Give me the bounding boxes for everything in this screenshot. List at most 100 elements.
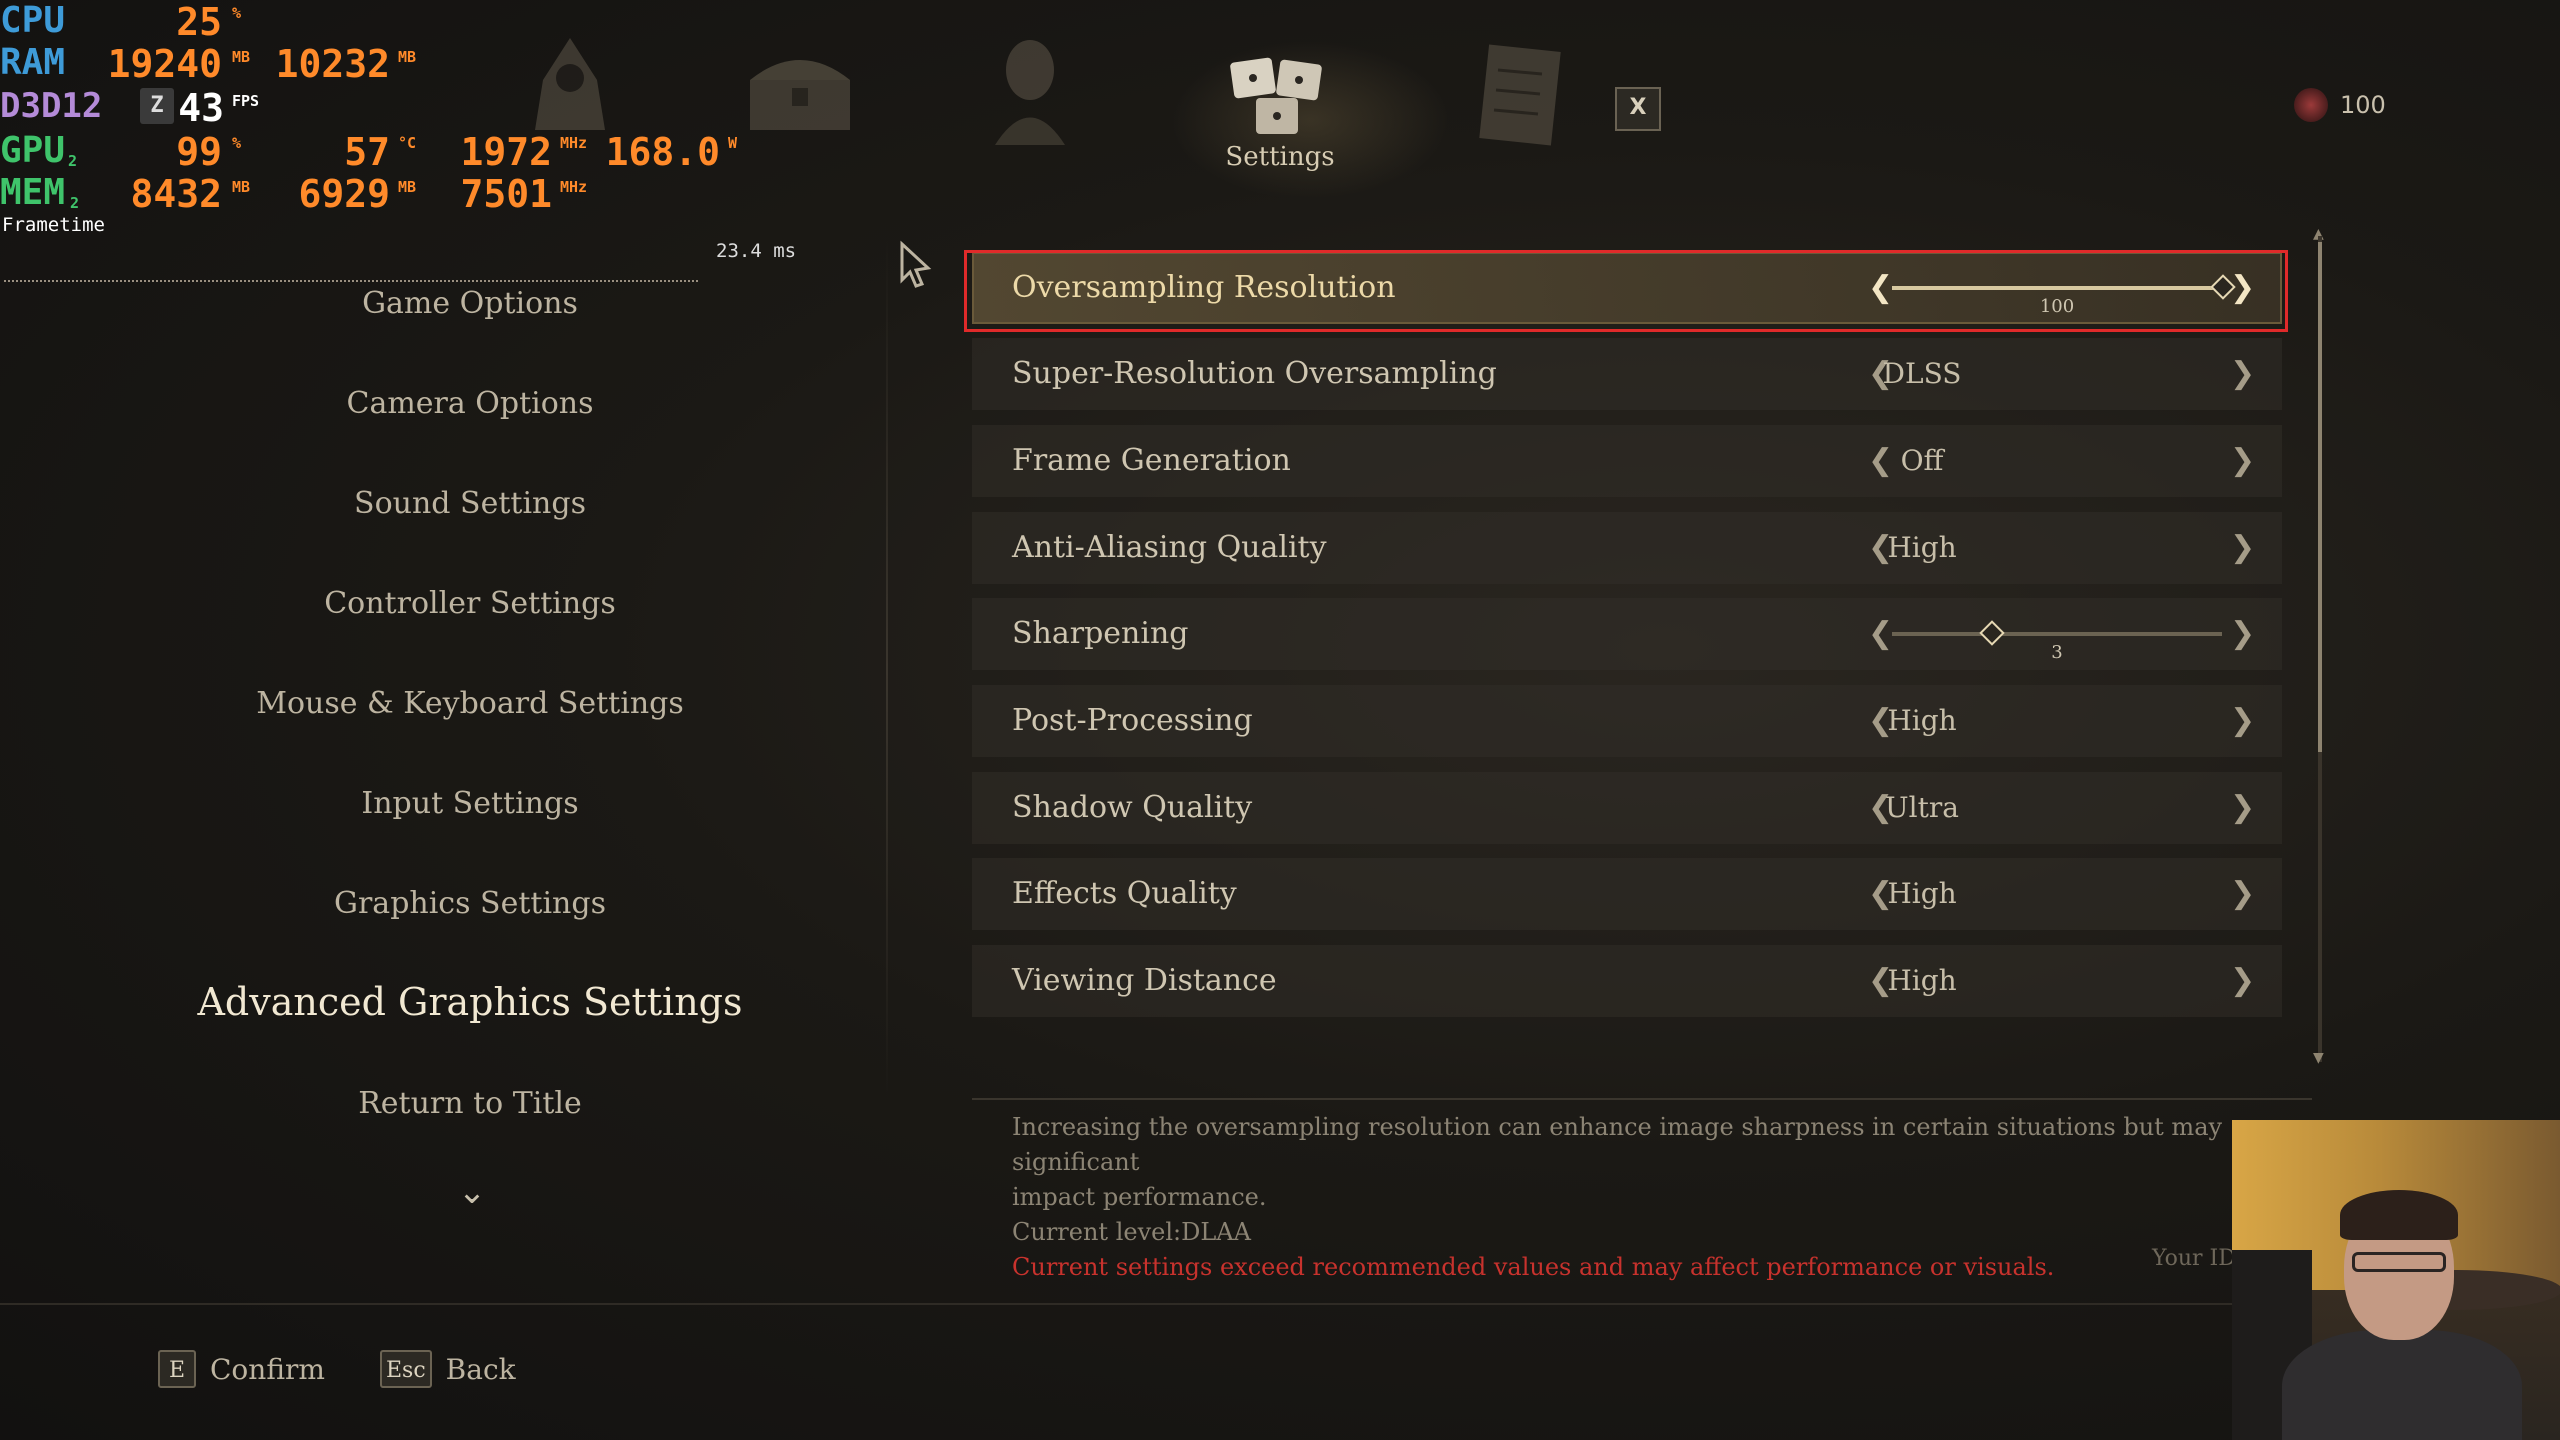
your-id-label: Your ID	[2152, 1246, 2236, 1271]
description-line-1: Increasing the oversampling resolution c…	[1012, 1113, 2223, 1176]
description-current-level: Current level:DLAA	[1012, 1218, 1251, 1246]
tab-character-portrait[interactable]	[960, 30, 1100, 160]
setting-label: Anti-Aliasing Quality	[1012, 530, 1327, 565]
frametime-value: 23.4 ms	[716, 240, 797, 262]
chevron-down-icon[interactable]: ⌄	[452, 1172, 492, 1212]
menu-item-graphics-settings[interactable]: Graphics Settings	[0, 886, 940, 921]
chevron-right-icon[interactable]: ❯	[2230, 338, 2255, 410]
chevron-right-icon[interactable]: ❯	[2230, 425, 2255, 497]
setting-row-super-resolution-oversampling[interactable]: Super-Resolution Oversampling ❮ DLSS ❯	[972, 338, 2282, 410]
setting-row-sharpening[interactable]: Sharpening ❮ 3 ❯	[972, 598, 2282, 670]
setting-label: Super-Resolution Oversampling	[1012, 356, 1497, 391]
setting-label: Viewing Distance	[1012, 963, 1277, 998]
chevron-right-icon[interactable]: ❯	[2230, 945, 2255, 1017]
chevron-right-icon[interactable]: ❯	[2230, 685, 2255, 757]
chevron-right-icon[interactable]: ❯	[2230, 512, 2255, 584]
currency-icon	[2294, 88, 2328, 122]
webcam-person-glasses	[2352, 1252, 2446, 1272]
overlay-mem-sub: 2	[70, 194, 80, 212]
menu-item-mouse-keyboard-settings[interactable]: Mouse & Keyboard Settings	[0, 686, 940, 721]
tab-hood-figure[interactable]	[500, 30, 640, 160]
dice-settings-icon	[1230, 57, 1322, 134]
setting-label: Effects Quality	[1012, 876, 1237, 911]
confirm-hint[interactable]: E Confirm	[158, 1350, 325, 1388]
selection-highlight-frame	[964, 250, 2288, 332]
menu-item-input-settings[interactable]: Input Settings	[0, 786, 940, 821]
key-e-icon: E	[158, 1350, 196, 1388]
setting-description: Increasing the oversampling resolution c…	[1012, 1110, 2232, 1285]
slider-value: 3	[2051, 642, 2063, 663]
overlay-ram-value-2: 10232	[275, 42, 390, 86]
description-divider	[972, 1098, 2312, 1100]
overlay-gpu-usage: 99	[176, 130, 222, 174]
menu-item-game-options[interactable]: Game Options	[0, 286, 940, 321]
overlay-mem-unit-1: MB	[232, 178, 251, 196]
menu-item-controller-settings[interactable]: Controller Settings	[0, 586, 940, 621]
close-button[interactable]: X	[1615, 87, 1661, 131]
overlay-gpu-temp: 57	[344, 130, 390, 174]
overlay-d3d-label: D3D12	[0, 86, 103, 126]
footer-divider	[0, 1303, 2560, 1305]
currency-display: 100	[2294, 88, 2386, 122]
overlay-mem-unit-3: MHz	[560, 178, 588, 196]
overlay-gpu-temp-unit: °C	[398, 134, 417, 152]
key-esc-icon: Esc	[380, 1350, 432, 1388]
tab-settings[interactable]: Settings	[1210, 50, 1350, 180]
menu-item-return-to-title[interactable]: Return to Title	[0, 1086, 940, 1121]
hood-figure-icon	[535, 38, 605, 130]
setting-label: Shadow Quality	[1012, 790, 1253, 825]
overlay-fps-value: 43	[178, 86, 224, 130]
webcam-person-body	[2282, 1330, 2522, 1440]
setting-value: High	[1887, 877, 1957, 910]
overlay-mem-unit-2: MB	[398, 178, 417, 196]
overlay-mem-value-2: 6929	[298, 172, 390, 216]
overlay-cpu-unit: %	[232, 4, 242, 22]
chevron-left-icon[interactable]: ❮	[1868, 598, 1893, 670]
mouse-cursor-icon	[900, 240, 932, 288]
overlay-cpu-label: CPU	[0, 0, 66, 41]
setting-label: Post-Processing	[1012, 703, 1253, 738]
tab-settings-label: Settings	[1225, 142, 1335, 172]
overlay-cpu-value: 25	[176, 0, 222, 44]
document-scroll-icon	[1479, 44, 1561, 146]
character-portrait-icon	[995, 40, 1065, 145]
back-hint[interactable]: Esc Back	[380, 1350, 516, 1388]
setting-row-effects-quality[interactable]: Effects Quality ❮ High ❯	[972, 858, 2282, 930]
description-warning: Current settings exceed recommended valu…	[1012, 1253, 2055, 1281]
menu-item-sound-settings[interactable]: Sound Settings	[0, 486, 940, 521]
menu-item-advanced-graphics-settings[interactable]: Advanced Graphics Settings	[0, 980, 940, 1024]
setting-row-post-processing[interactable]: Post-Processing ❮ High ❯	[972, 685, 2282, 757]
chevron-right-icon[interactable]: ❯	[2230, 598, 2255, 670]
setting-row-frame-generation[interactable]: Frame Generation ❮ Off ❯	[972, 425, 2282, 497]
chevron-right-icon[interactable]: ❯	[2230, 772, 2255, 844]
treasure-chest-icon	[750, 60, 850, 130]
overlay-gpu-label: GPU	[0, 130, 66, 171]
settings-scrollbar[interactable]	[2318, 236, 2322, 1062]
setting-row-anti-aliasing-quality[interactable]: Anti-Aliasing Quality ❮ High ❯	[972, 512, 2282, 584]
setting-value: Off	[1900, 444, 1944, 477]
tab-treasure-chest[interactable]	[730, 40, 870, 170]
chevron-right-icon[interactable]: ❯	[2230, 858, 2255, 930]
top-tab-bar: Settings	[470, 30, 2170, 180]
setting-value: High	[1887, 531, 1957, 564]
setting-value: High	[1887, 964, 1957, 997]
overlay-mem-label: MEM	[0, 172, 66, 213]
setting-row-viewing-distance[interactable]: Viewing Distance ❮ High ❯	[972, 945, 2282, 1017]
webcam-overlay	[2232, 1120, 2560, 1440]
scroll-down-icon[interactable]: ▼	[2313, 1050, 2324, 1066]
setting-row-shadow-quality[interactable]: Shadow Quality ❮ Ultra ❯	[972, 772, 2282, 844]
setting-value: Ultra	[1885, 791, 1959, 824]
tab-document-scroll[interactable]	[1450, 40, 1590, 170]
setting-label: Sharpening	[1012, 616, 1189, 651]
currency-value: 100	[2340, 91, 2386, 119]
panel-divider	[886, 240, 888, 1100]
setting-value: DLSS	[1882, 357, 1962, 390]
overlay-z-badge: Z	[140, 88, 174, 124]
confirm-label: Confirm	[210, 1352, 325, 1386]
overlay-ram-unit: MB	[232, 48, 251, 66]
scrollbar-thumb[interactable]	[2318, 242, 2322, 752]
setting-label: Frame Generation	[1012, 443, 1291, 478]
menu-item-camera-options[interactable]: Camera Options	[0, 386, 940, 421]
overlay-ram-value: 19240	[107, 42, 222, 86]
slider-track[interactable]	[1892, 620, 2222, 646]
